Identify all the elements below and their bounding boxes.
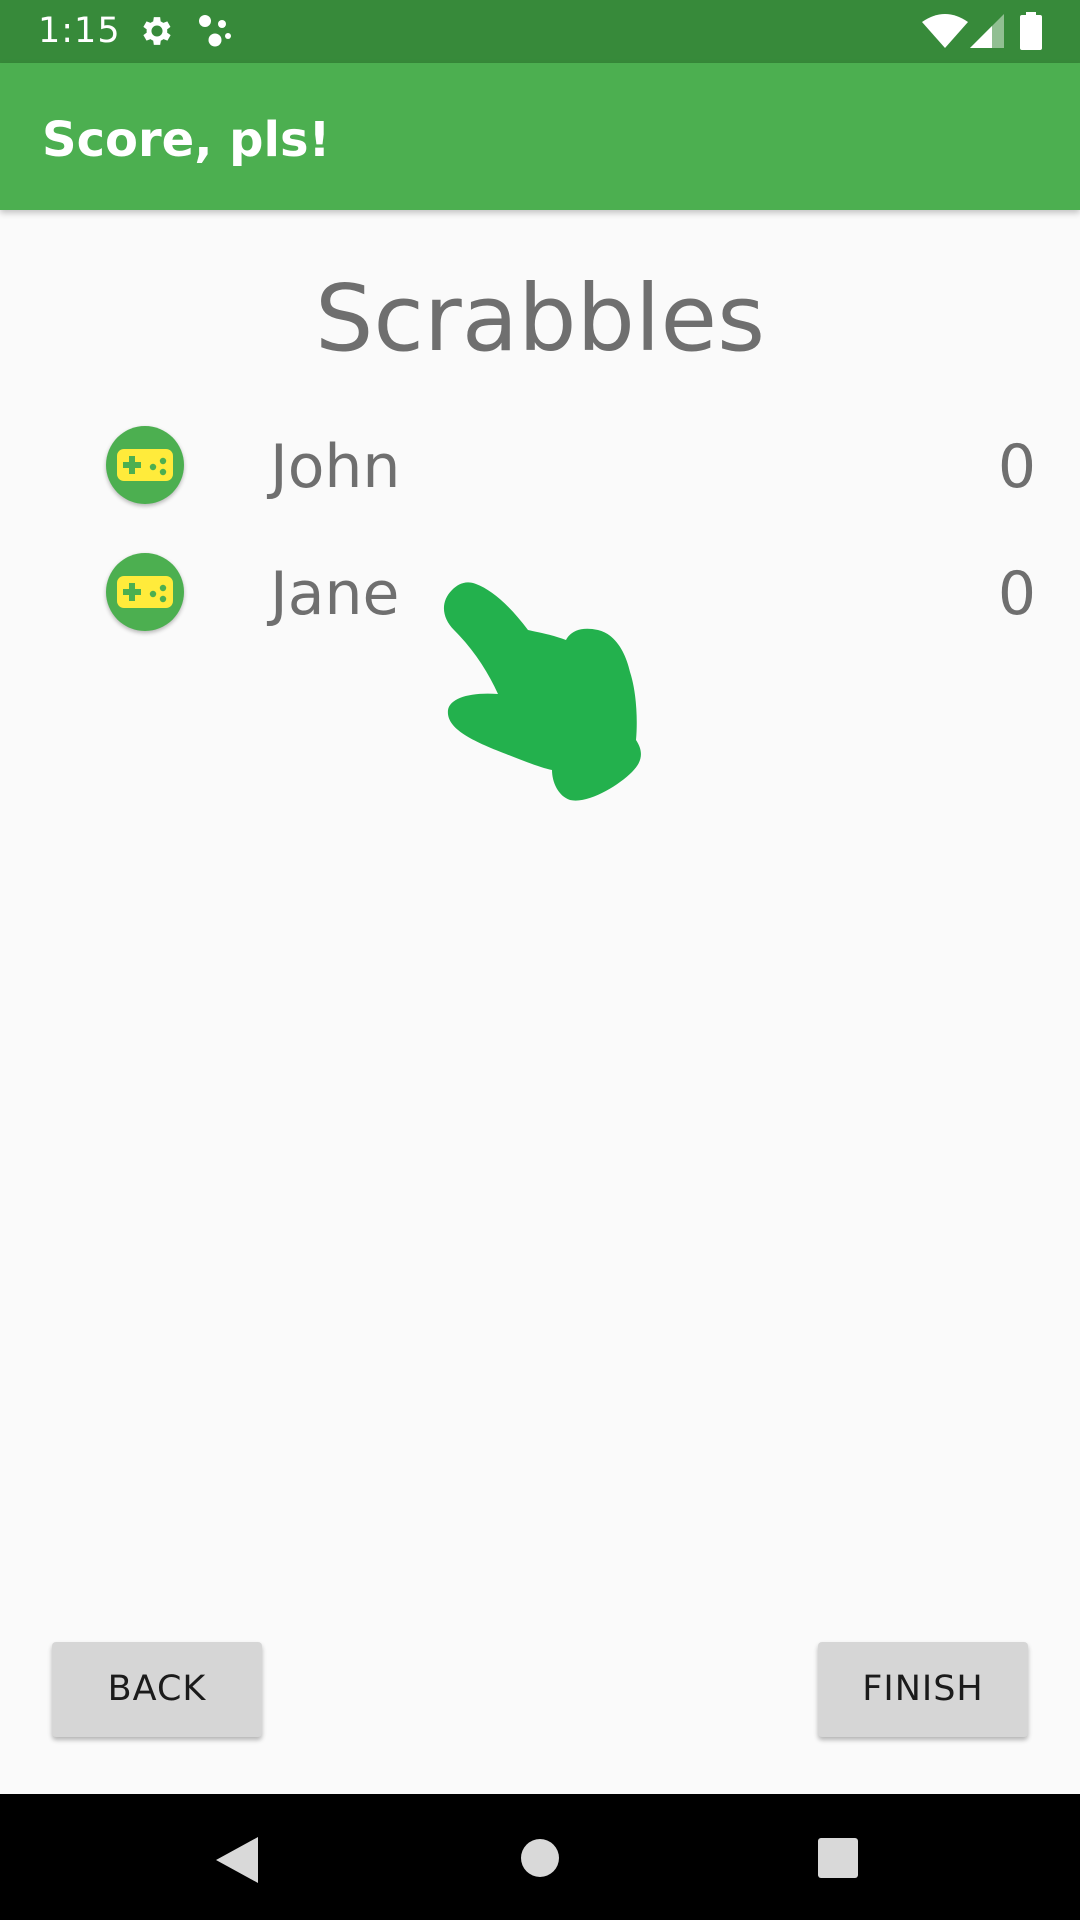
home-circle-icon[interactable] bbox=[520, 1838, 560, 1878]
back-button[interactable]: BACK bbox=[52, 1642, 262, 1737]
status-bar: 1:15 bbox=[0, 0, 1080, 63]
hand-pointer-icon bbox=[443, 582, 641, 801]
back-triangle-icon[interactable] bbox=[216, 1837, 258, 1883]
gear-icon bbox=[143, 17, 171, 45]
gamepad-icon bbox=[117, 576, 173, 608]
player-name: Jane bbox=[270, 559, 400, 629]
player-score: 0 bbox=[997, 432, 1036, 502]
app-bar: Score, pls! bbox=[0, 63, 1080, 210]
finish-button[interactable]: FINISH bbox=[818, 1642, 1028, 1737]
player-avatar bbox=[106, 553, 184, 631]
gamepad-icon bbox=[117, 449, 173, 481]
recents-square-icon[interactable] bbox=[818, 1838, 858, 1878]
signal-icon bbox=[970, 14, 1004, 48]
assistant-dots-icon bbox=[199, 15, 231, 47]
player-row[interactable]: John 0 bbox=[0, 410, 1080, 520]
app-title: Score, pls! bbox=[42, 112, 331, 168]
player-avatar bbox=[106, 426, 184, 504]
status-time: 1:15 bbox=[38, 11, 121, 51]
wifi-icon bbox=[922, 14, 968, 48]
battery-icon bbox=[1020, 12, 1042, 50]
game-title: Scrabbles bbox=[314, 265, 766, 372]
player-name: John bbox=[270, 432, 401, 502]
player-score: 0 bbox=[997, 559, 1036, 629]
navigation-bar bbox=[0, 1794, 1080, 1920]
